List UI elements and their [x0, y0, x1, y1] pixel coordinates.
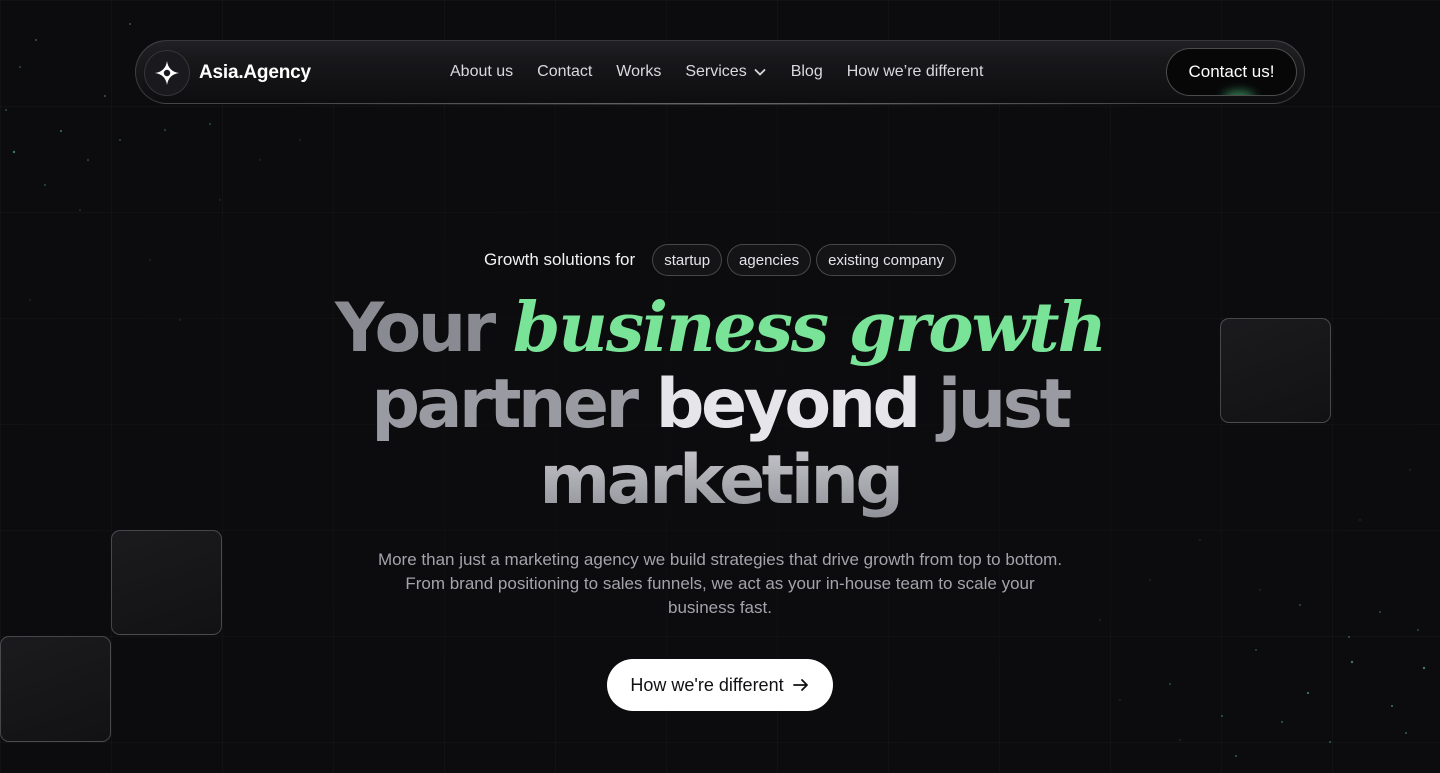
- tagline-text: Growth solutions for: [484, 250, 636, 269]
- button-glow: [1223, 91, 1255, 95]
- headline-word: just: [937, 365, 1072, 444]
- top-navbar: Asia.Agency About us Contact Works Servi…: [135, 40, 1305, 105]
- headline-line-2: partner beyond just: [0, 367, 1440, 443]
- nav-link-blog[interactable]: Blog: [791, 63, 823, 81]
- how-we-are-different-button[interactable]: How we're different: [607, 659, 833, 711]
- headline-word: partner: [371, 365, 639, 444]
- decorative-square: [111, 530, 222, 635]
- headline-word-highlight: beyond: [655, 365, 921, 444]
- sparkle-star-icon: [144, 50, 190, 96]
- nav-link-label: Blog: [790, 63, 823, 80]
- headline-line-3: marketing: [0, 443, 1440, 519]
- main-menu: About us Contact Works Services Blog How…: [450, 41, 983, 103]
- nav-link-contact[interactable]: Contact: [537, 63, 592, 81]
- brand-logo[interactable]: Asia.Agency: [144, 49, 311, 97]
- audience-pill-existing-company[interactable]: existing company: [816, 244, 956, 276]
- nav-link-label: Works: [616, 63, 662, 80]
- page: Asia.Agency About us Contact Works Servi…: [0, 0, 1440, 773]
- headline-accent: business growth: [512, 288, 1107, 368]
- hero-headline: Your business growth partner beyond just…: [0, 290, 1440, 519]
- contact-us-label: Contact us!: [1188, 62, 1275, 81]
- hero-subtitle: More than just a marketing agency we bui…: [377, 550, 1063, 617]
- decorative-square: [0, 636, 111, 742]
- nav-link-services-dropdown[interactable]: Services: [685, 63, 766, 81]
- audience-tagline: Growth solutions for startup agencies ex…: [0, 244, 1440, 276]
- cta-label: How we're different: [630, 674, 784, 695]
- navbar-glow: [296, 103, 1144, 105]
- brand-name: Asia.Agency: [199, 62, 311, 83]
- nav-link-label: Services: [685, 63, 747, 80]
- chevron-down-icon: [754, 69, 766, 76]
- nav-link-label: About us: [450, 63, 514, 80]
- contact-us-button[interactable]: Contact us!: [1166, 48, 1297, 96]
- headline-line-1: Your business growth: [0, 290, 1440, 367]
- headline-word: Your: [334, 289, 496, 368]
- nav-link-label: How we’re different: [846, 63, 984, 80]
- nav-link-about-us[interactable]: About us: [450, 63, 513, 81]
- audience-pill-agencies[interactable]: agencies: [727, 244, 812, 276]
- audience-pill-startup[interactable]: startup: [652, 244, 723, 276]
- nav-link-how-different[interactable]: How we’re different: [847, 63, 984, 81]
- headline-word: marketing: [539, 441, 904, 520]
- nav-link-works[interactable]: Works: [616, 63, 661, 81]
- arrow-right-icon: [792, 679, 808, 691]
- nav-link-label: Contact: [537, 63, 593, 80]
